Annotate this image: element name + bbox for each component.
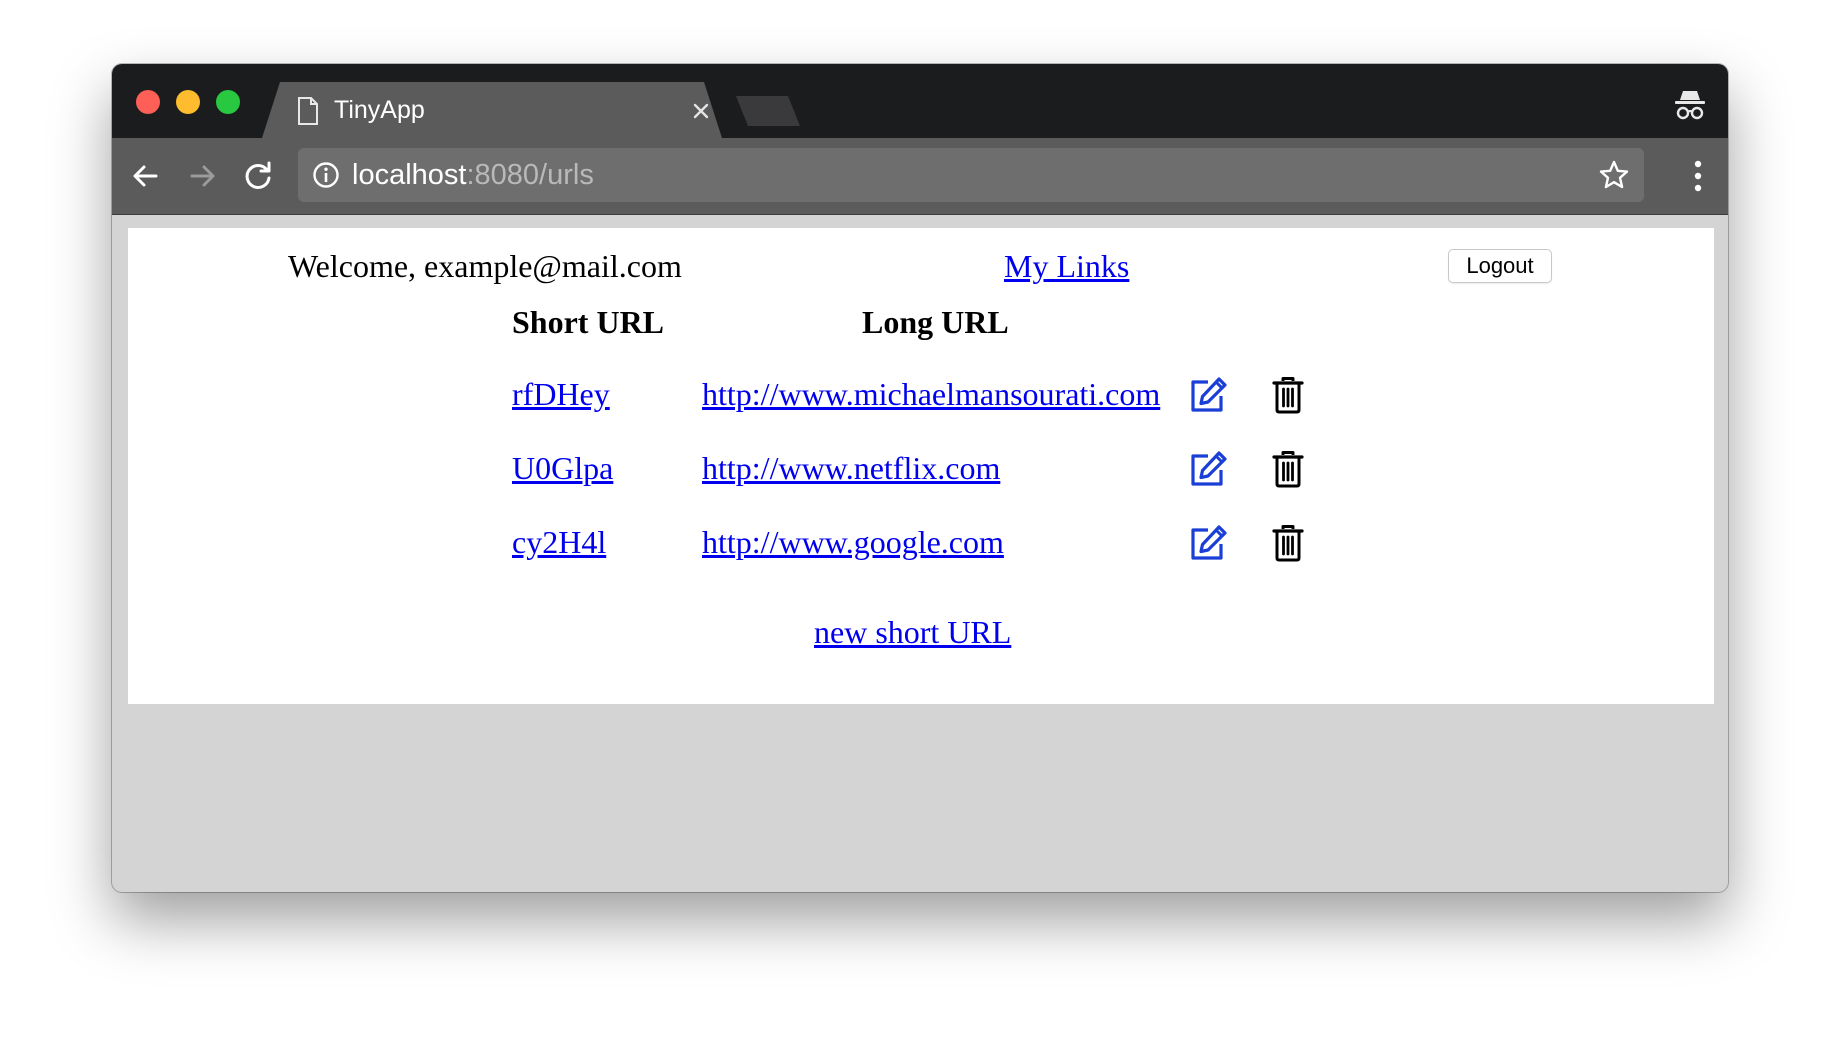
document-icon	[298, 97, 318, 125]
table-row: U0Glpa http://www.netflix.com	[128, 448, 1714, 508]
long-url-link[interactable]: http://www.google.com	[702, 522, 1004, 562]
tab-tinyapp[interactable]	[262, 82, 722, 138]
minimize-window-button[interactable]	[176, 90, 200, 114]
arrow-left-icon[interactable]	[126, 156, 166, 196]
trash-icon[interactable]	[1272, 524, 1304, 562]
address-bar[interactable]: localhost:8080/urls	[298, 148, 1644, 202]
url-path: :8080/urls	[466, 159, 594, 191]
browser-toolbar: localhost:8080/urls	[112, 138, 1728, 215]
close-icon[interactable]	[688, 98, 714, 124]
browser-window: TinyApp localhost:8080/urls Welcome, exa…	[112, 64, 1728, 892]
trash-icon[interactable]	[1272, 450, 1304, 488]
tab-title: TinyApp	[334, 96, 425, 124]
kebab-menu-icon[interactable]	[1690, 156, 1706, 196]
welcome-text: Welcome, example@mail.com	[288, 248, 682, 284]
table-row: cy2H4l http://www.google.com	[128, 522, 1714, 582]
incognito-icon	[1675, 91, 1705, 120]
close-window-button[interactable]	[136, 90, 160, 114]
edit-icon[interactable]	[1188, 450, 1228, 488]
url-text[interactable]: localhost:8080/urls	[352, 158, 594, 192]
short-url-link[interactable]: U0Glpa	[512, 448, 613, 488]
arrow-right-icon[interactable]	[182, 156, 222, 196]
info-icon[interactable]	[312, 161, 340, 189]
short-url-header: Short URL	[512, 304, 665, 340]
long-url-link[interactable]: http://www.netflix.com	[702, 448, 1000, 488]
zoom-window-button[interactable]	[216, 90, 240, 114]
long-url-link[interactable]: http://www.michaelmansourati.com	[702, 374, 1160, 414]
new-tab-button[interactable]	[736, 96, 800, 126]
table-row: rfDHey http://www.michaelmansourati.com	[128, 374, 1714, 434]
page-content: Welcome, example@mail.com My Links Logou…	[128, 228, 1714, 704]
url-host: localhost	[352, 159, 467, 191]
edit-icon[interactable]	[1188, 376, 1228, 414]
short-url-link[interactable]: rfDHey	[512, 374, 610, 414]
new-short-url-link[interactable]: new short URL	[814, 612, 1011, 652]
edit-icon[interactable]	[1188, 524, 1228, 562]
logout-button[interactable]: Logout	[1448, 249, 1552, 283]
trash-icon[interactable]	[1272, 376, 1304, 414]
tab-strip: TinyApp	[112, 64, 1728, 138]
reload-icon[interactable]	[238, 156, 278, 196]
star-icon[interactable]	[1598, 159, 1630, 191]
long-url-header: Long URL	[862, 304, 1009, 340]
short-url-link[interactable]: cy2H4l	[512, 522, 606, 562]
my-links-link[interactable]: My Links	[1004, 246, 1129, 286]
